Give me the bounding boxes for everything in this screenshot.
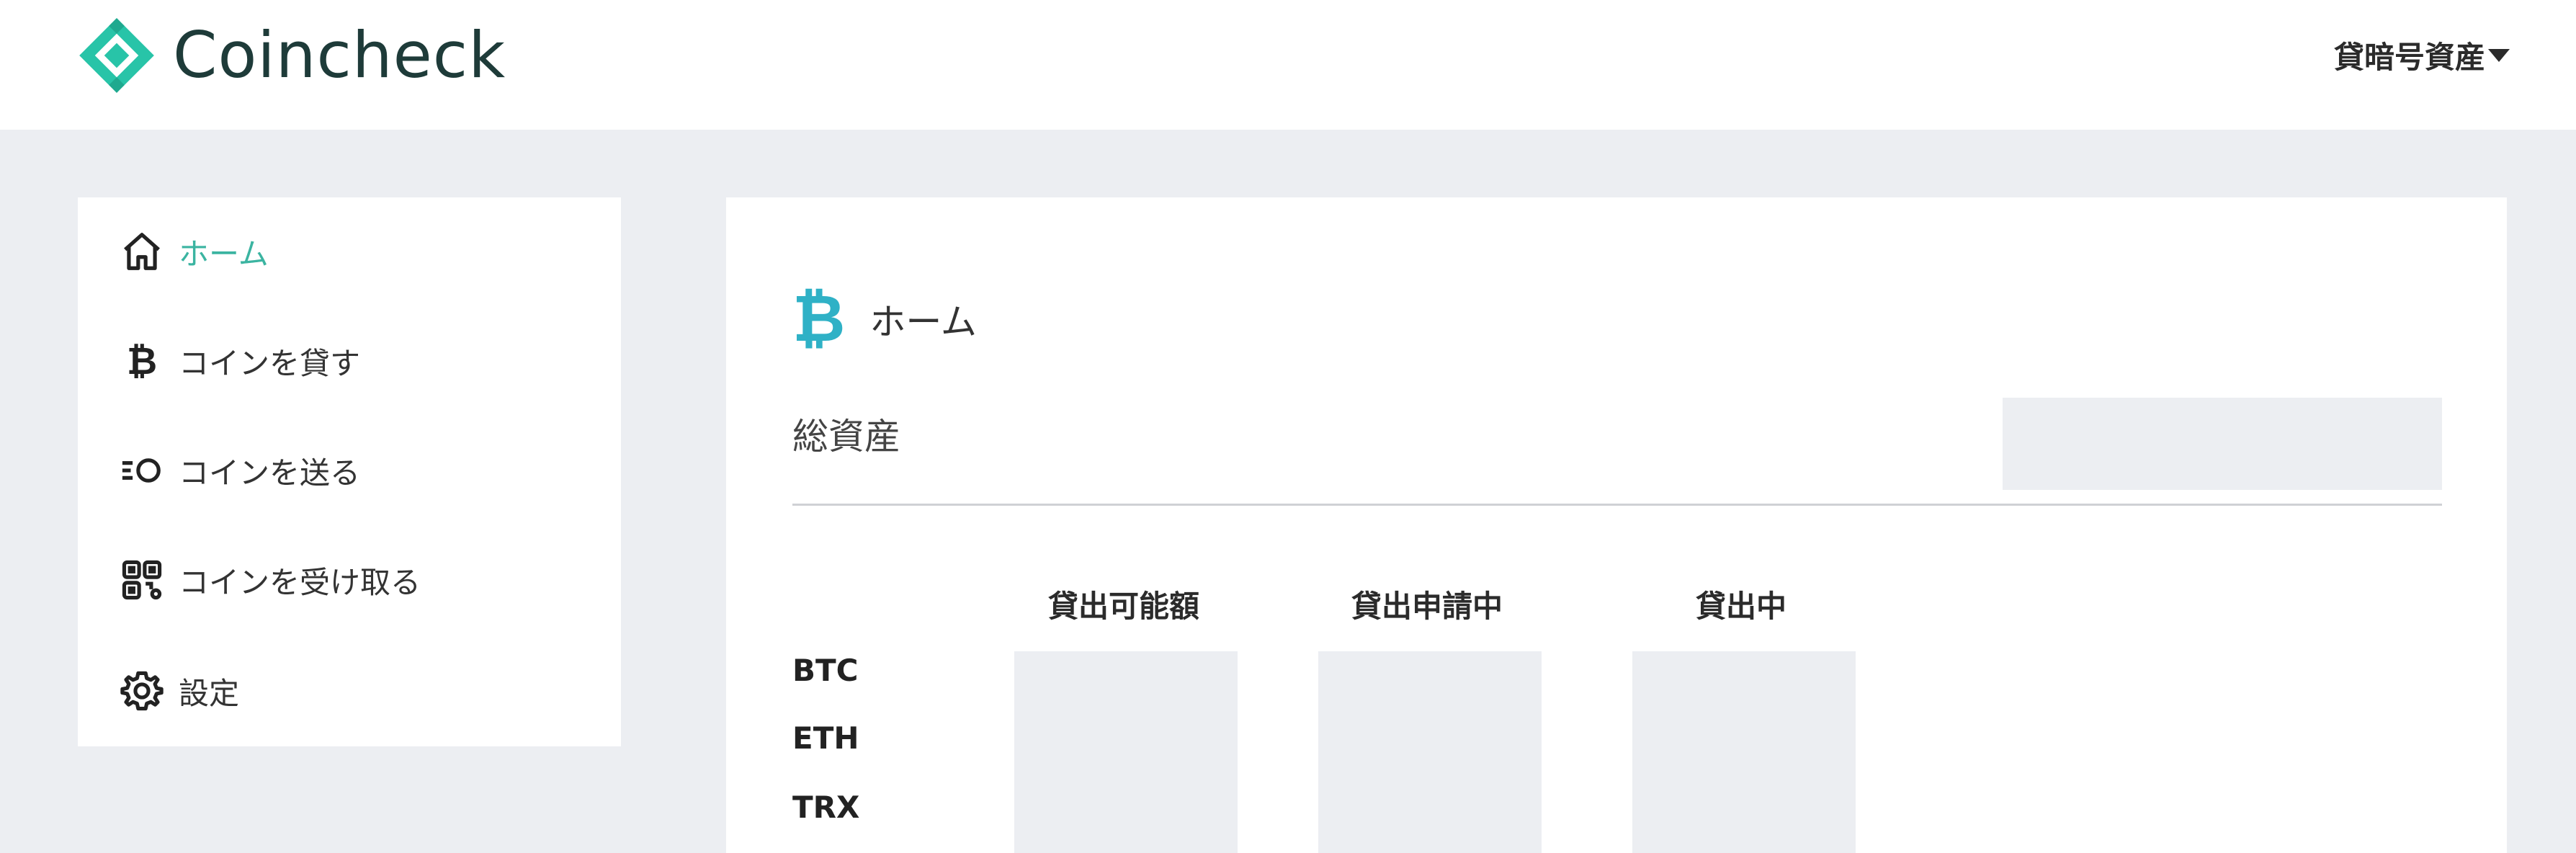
brand-logo[interactable]: Coincheck bbox=[78, 16, 506, 95]
column-header-applying: 貸出申請中 bbox=[1351, 589, 1503, 624]
coin-label-eth: ETH bbox=[792, 720, 859, 756]
gear-icon bbox=[118, 667, 166, 715]
available-amount-box bbox=[1014, 651, 1238, 853]
page-title: ホーム bbox=[869, 301, 977, 343]
caret-down-icon bbox=[2488, 48, 2510, 62]
sidebar-item-settings[interactable]: 設定 bbox=[118, 658, 579, 723]
account-menu-dropdown[interactable]: 貸暗号資産 bbox=[2334, 33, 2510, 77]
send-icon bbox=[118, 447, 166, 494]
coin-label-btc: BTC bbox=[792, 653, 859, 688]
sidebar-item-home[interactable]: ホーム bbox=[118, 219, 579, 284]
applying-amount-box bbox=[1318, 651, 1542, 853]
sidebar-item-lend-coin[interactable]: ₿ コインを貸す bbox=[118, 329, 579, 393]
brand-name: Coincheck bbox=[173, 18, 506, 92]
sidebar-nav: ホーム ₿ コインを貸す コインを送るコインを受け取る 設定 bbox=[78, 197, 621, 746]
top-header: Coincheck 貸暗号資産 bbox=[0, 0, 2576, 130]
lending-amount-box bbox=[1632, 651, 1856, 853]
account-menu-label: 貸暗号資産 bbox=[2333, 40, 2485, 75]
sidebar-item-label: コインを送る bbox=[179, 455, 361, 491]
total-assets-row: 総資産 bbox=[792, 398, 2442, 506]
home-icon bbox=[118, 228, 166, 275]
sidebar-item-label: 設定 bbox=[179, 675, 240, 711]
qr-code-icon bbox=[118, 556, 166, 604]
svg-text:₿: ₿ bbox=[127, 340, 157, 383]
sidebar-item-receive-coin[interactable]: コインを受け取る bbox=[118, 548, 579, 612]
page-heading: ₿ ホーム bbox=[792, 287, 977, 352]
sidebar-item-send-coin[interactable]: コインを送る bbox=[118, 438, 579, 503]
main-panel: ₿ ホーム 総資産 貸出可能額 貸出申請中 貸出中 BTC ETH TRX bbox=[726, 197, 2507, 853]
sidebar-item-label: コインを受け取る bbox=[179, 564, 421, 600]
bitcoin-icon: ₿ bbox=[118, 337, 166, 385]
coin-label-trx: TRX bbox=[792, 790, 860, 825]
coincheck-logo-icon bbox=[79, 18, 154, 93]
column-header-lending: 貸出中 bbox=[1695, 589, 1786, 624]
sidebar-item-label: コインを貸す bbox=[179, 345, 361, 381]
sidebar-item-label: ホーム bbox=[179, 236, 269, 272]
total-assets-label: 総資産 bbox=[792, 416, 900, 457]
total-assets-value bbox=[2003, 398, 2442, 490]
column-header-available: 貸出可能額 bbox=[1047, 589, 1199, 624]
bitcoin-icon: ₿ bbox=[792, 281, 846, 357]
